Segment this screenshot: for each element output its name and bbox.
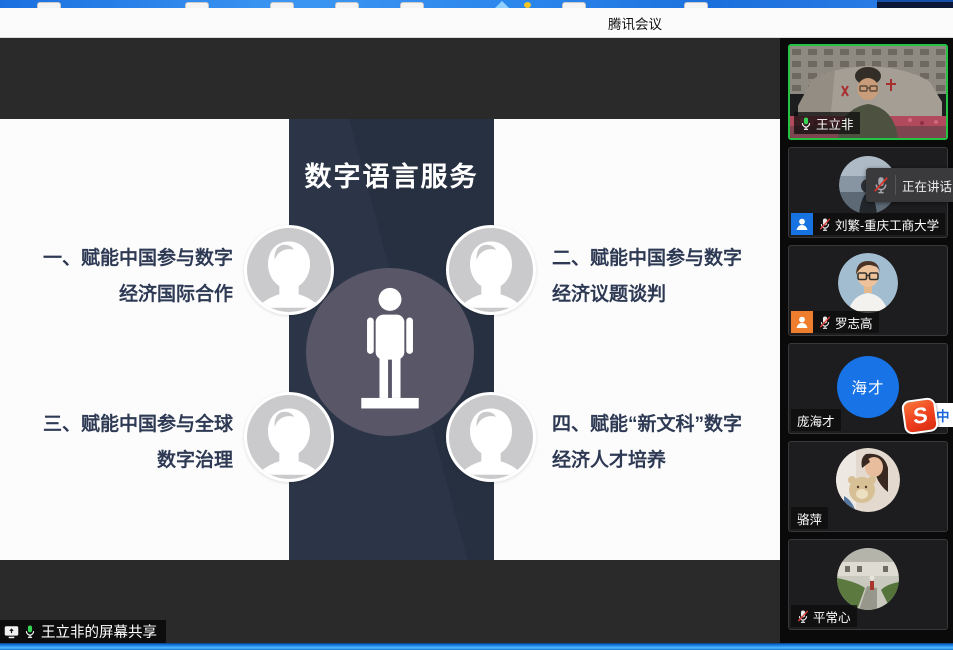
slide-title: 数字语言服务 (289, 155, 494, 194)
avatar-text: 海才 (851, 376, 884, 398)
mic-on-icon (24, 624, 36, 639)
participant-namebar: 庞海才 (791, 409, 841, 431)
presentation-slide: 数字语言服务 (0, 119, 780, 560)
slide-item-4: 四、赋能“新文科”数字 经济人才培养 (552, 407, 742, 479)
sogou-ime-icon[interactable]: S (901, 397, 939, 435)
meeting-window: 数字语言服务 (0, 38, 953, 643)
member-badge-icon (791, 311, 813, 333)
app-title: 腾讯会议 (608, 13, 662, 33)
slide-item-line: 经济国际合作 (43, 277, 233, 313)
slide-item-line: 经济议题谈判 (552, 277, 742, 313)
menu-bar: 腾讯会议 (0, 8, 953, 38)
participant-name: 刘繁-重庆工商大学 (835, 215, 939, 234)
slide-item-2: 二、赋能中国参与数字 经济议题谈判 (552, 241, 742, 313)
participant-name: 王立非 (816, 114, 854, 133)
ime-logo-letter: S (912, 404, 927, 428)
face-silhouette-icon (247, 395, 331, 479)
video-tile-luo-zhigao[interactable]: 罗志高 (788, 245, 948, 336)
mic-on-icon (800, 116, 812, 131)
divider (895, 175, 896, 195)
face-silhouette-icon (247, 228, 331, 312)
participant-name: 骆萍 (797, 509, 822, 528)
mic-muted-icon (797, 609, 809, 624)
slide-item-3: 三、赋能中国参与全球 数字治理 (43, 407, 233, 479)
desktop-icon[interactable] (495, 1, 509, 8)
desktop-dark-window-edge (877, 0, 953, 8)
person-avatar-circle (446, 392, 536, 482)
avatar-initials: 海才 (837, 356, 899, 418)
speaking-toast-text: 正在讲话 (902, 176, 952, 195)
face-silhouette-icon (449, 395, 533, 479)
person-avatar-circle (244, 392, 334, 482)
shared-screen: 数字语言服务 (0, 38, 780, 643)
screen-share-banner: 王立非的屏幕共享 (0, 620, 166, 643)
slide-item-line: 四、赋能“新文科”数字 (552, 407, 742, 443)
participant-name: 罗志高 (835, 313, 873, 332)
participant-name: 平常心 (813, 607, 851, 626)
share-banner-text: 王立非的屏幕共享 (41, 621, 157, 642)
avatar (836, 448, 900, 512)
slide-item-line: 经济人才培养 (552, 443, 742, 479)
participant-name: 庞海才 (797, 411, 835, 430)
participant-namebar: 罗志高 (791, 311, 879, 333)
mic-muted-icon (819, 315, 831, 330)
video-tile-ping-chang-xin[interactable]: 平常心 (788, 539, 948, 630)
participant-namebar: 王立非 (794, 112, 860, 134)
person-avatar-circle (244, 225, 334, 315)
person-avatar-circle (446, 225, 536, 315)
participant-namebar: 平常心 (791, 605, 857, 627)
standing-person-icon (342, 285, 438, 419)
participant-namebar: 刘繁-重庆工商大学 (791, 213, 945, 235)
avatar (837, 548, 899, 610)
slide-item-line: 二、赋能中国参与数字 (552, 241, 742, 277)
mic-muted-icon (873, 176, 889, 194)
mic-muted-icon (819, 217, 831, 232)
video-tile-wang-lifei[interactable]: 王立非 (788, 44, 948, 140)
screen: 腾讯会议 数字语言服务 (0, 0, 953, 650)
participants-sidebar: 王立非 (780, 38, 953, 643)
desktop-strip (0, 0, 953, 8)
member-badge-icon (791, 213, 813, 235)
taskbar-strip[interactable] (0, 643, 953, 650)
center-figure-circle (306, 268, 474, 436)
participant-namebar: 骆萍 (791, 507, 828, 529)
slide-item-line: 一、赋能中国参与数字 (43, 241, 233, 277)
slide-item-1: 一、赋能中国参与数字 经济国际合作 (43, 241, 233, 313)
video-tile-luo-ping[interactable]: 骆萍 (788, 441, 948, 532)
screen-share-icon (4, 625, 19, 639)
avatar (838, 253, 898, 313)
face-silhouette-icon (449, 228, 533, 312)
slide-item-line: 数字治理 (43, 443, 233, 479)
slide-item-line: 三、赋能中国参与全球 (43, 407, 233, 443)
speaking-toast: 正在讲话 (866, 168, 953, 202)
